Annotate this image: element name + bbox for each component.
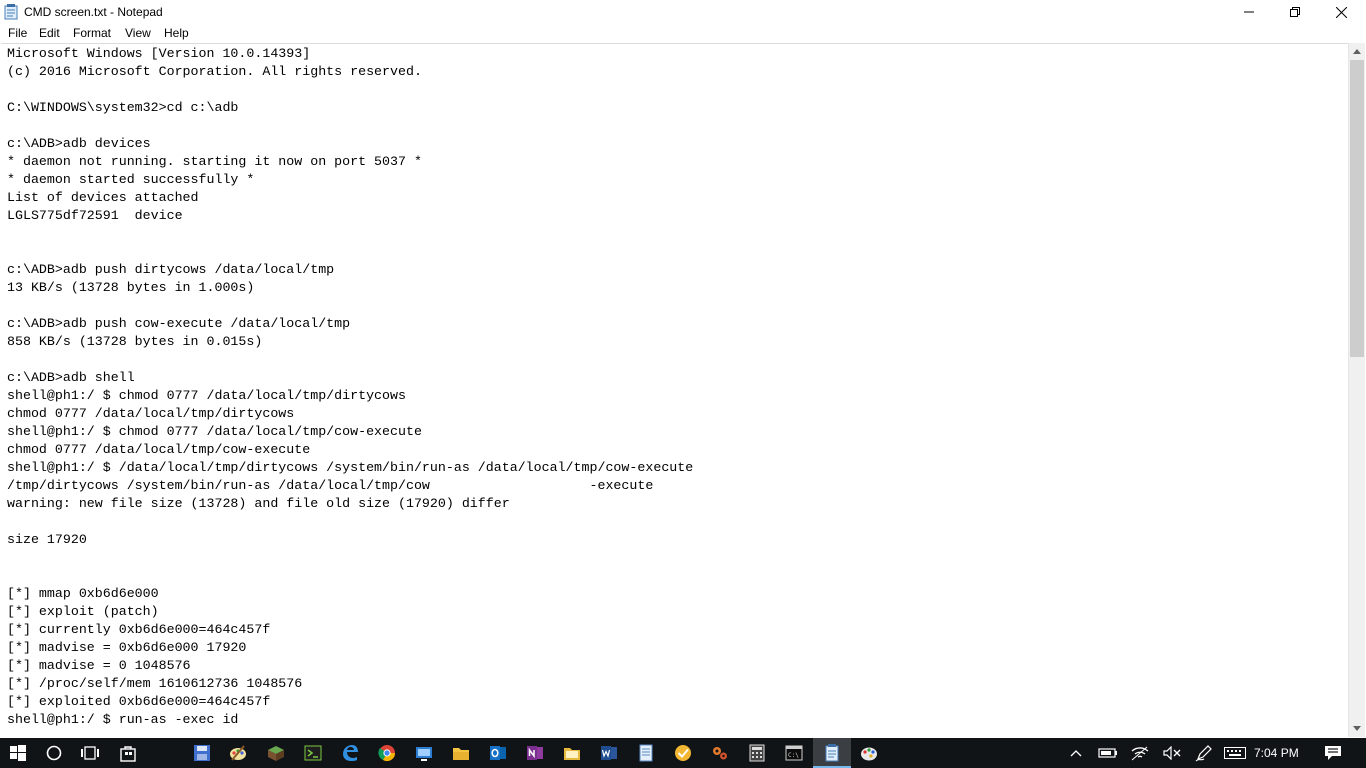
cortana-search-icon[interactable] <box>42 741 66 765</box>
remote-desktop-icon[interactable] <box>412 741 436 765</box>
menu-help[interactable]: Help <box>163 25 190 41</box>
scroll-up-arrow-icon[interactable] <box>1349 43 1365 60</box>
minimize-button[interactable] <box>1226 0 1272 24</box>
taskbar-clock[interactable]: 7:04 PM <box>1254 745 1299 761</box>
save-disk-icon[interactable] <box>190 741 214 765</box>
editor-content[interactable]: Microsoft Windows [Version 10.0.14393] (… <box>7 45 693 729</box>
notepad-icon <box>4 4 18 20</box>
menu-file[interactable]: File <box>7 25 28 41</box>
svg-text:C:\: C:\ <box>788 752 799 759</box>
task-view-icon[interactable] <box>78 741 102 765</box>
notepad-app-icon[interactable] <box>634 741 658 765</box>
folder-icon[interactable] <box>560 741 584 765</box>
title-bar: CMD screen.txt - Notepad <box>0 0 1366 24</box>
chevron-up-icon[interactable] <box>1066 741 1086 765</box>
battery-icon[interactable] <box>1096 741 1120 765</box>
word-icon[interactable] <box>597 741 621 765</box>
wifi-icon[interactable] <box>1128 741 1152 765</box>
cmd-icon[interactable]: C:\ <box>782 741 806 765</box>
calculator-icon[interactable] <box>745 741 769 765</box>
checkmark-app-icon[interactable] <box>671 741 695 765</box>
pen-icon[interactable] <box>1192 741 1216 765</box>
notepad-active-icon[interactable] <box>820 741 844 765</box>
windows-start-icon[interactable] <box>6 741 30 765</box>
chrome-icon[interactable] <box>375 741 399 765</box>
action-center-icon[interactable] <box>1320 741 1346 765</box>
paint-palette-icon[interactable] <box>857 741 881 765</box>
gears-icon[interactable] <box>708 741 732 765</box>
vertical-scrollbar[interactable] <box>1348 43 1365 737</box>
scrollbar-thumb[interactable] <box>1350 60 1364 357</box>
onenote-icon[interactable] <box>523 741 547 765</box>
keyboard-icon[interactable] <box>1222 741 1248 765</box>
minecraft-icon[interactable] <box>264 741 288 765</box>
paint-icon[interactable] <box>226 741 250 765</box>
close-button[interactable] <box>1318 0 1364 24</box>
menu-edit[interactable]: Edit <box>38 25 61 41</box>
scroll-down-arrow-icon[interactable] <box>1349 720 1365 737</box>
menu-bar: File Edit Format View Help <box>0 24 1366 43</box>
outlook-icon[interactable] <box>486 741 510 765</box>
store-icon[interactable] <box>116 741 140 765</box>
menu-view[interactable]: View <box>124 25 152 41</box>
text-editor[interactable]: Microsoft Windows [Version 10.0.14393] (… <box>1 43 1348 737</box>
file-explorer-icon[interactable] <box>449 741 473 765</box>
restore-button[interactable] <box>1272 0 1318 24</box>
volume-mute-icon[interactable] <box>1160 741 1184 765</box>
menu-format[interactable]: Format <box>72 25 112 41</box>
window-title: CMD screen.txt - Notepad <box>24 5 163 19</box>
taskbar: C:\ 7:04 PM <box>0 738 1366 768</box>
edge-icon[interactable] <box>338 741 362 765</box>
terminal-icon[interactable] <box>301 741 325 765</box>
